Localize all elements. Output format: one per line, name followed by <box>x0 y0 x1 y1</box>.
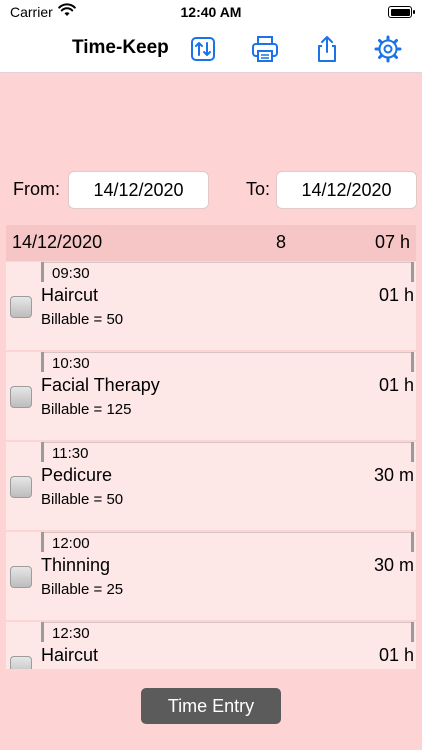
entry-billable: Billable = 50 <box>41 311 124 328</box>
section-count: 8 <box>276 232 287 252</box>
list-item[interactable]: 12:30 Haircut 01 h <box>6 622 416 669</box>
entry-duration: 30 m <box>373 555 414 575</box>
entry-duration: 30 m <box>373 465 414 485</box>
section-header: 14/12/2020 8 07 h <box>6 225 416 261</box>
row-marker-right <box>411 262 414 282</box>
gear-icon[interactable] <box>373 34 403 64</box>
printer-icon[interactable] <box>250 34 280 64</box>
clock-time: 12:40 AM <box>180 4 242 20</box>
row-marker-left <box>41 622 44 642</box>
list-item[interactable]: 12:00 Thinning 30 m Billable = 25 <box>6 532 416 620</box>
share-icon[interactable] <box>312 34 342 64</box>
entry-checkbox[interactable] <box>10 656 32 669</box>
entry-time: 09:30 <box>52 265 90 282</box>
to-date-field[interactable]: 14/12/2020 <box>276 171 417 209</box>
entry-time: 12:30 <box>52 625 90 642</box>
entries-list[interactable]: 14/12/2020 8 07 h 09:30 Haircut 01 h Bil… <box>6 225 416 669</box>
entry-time: 12:00 <box>52 535 90 552</box>
list-item[interactable]: 11:30 Pedicure 30 m Billable = 50 <box>6 442 416 530</box>
app-title: Time-Keep <box>72 37 169 58</box>
entry-name: Haircut <box>41 285 99 305</box>
entry-duration: 01 h <box>378 285 414 305</box>
section-date: 14/12/2020 <box>12 232 103 252</box>
row-marker-left <box>41 532 44 552</box>
sort-arrows-icon[interactable] <box>188 34 218 64</box>
entry-name: Thinning <box>41 555 111 575</box>
row-marker-left <box>41 442 44 462</box>
from-date-field[interactable]: 14/12/2020 <box>68 171 209 209</box>
entry-name: Haircut <box>41 645 99 665</box>
list-item[interactable]: 10:30 Facial Therapy 01 h Billable = 125 <box>6 352 416 440</box>
entry-time: 11:30 <box>52 445 89 462</box>
row-marker-left <box>41 262 44 282</box>
row-marker-right <box>411 622 414 642</box>
main-content: From: 14/12/2020 To: 14/12/2020 14/12/20… <box>0 73 422 750</box>
navigation-bar: Time-Keep <box>0 26 422 73</box>
entry-name: Facial Therapy <box>41 375 160 395</box>
battery-icon <box>388 6 415 18</box>
entry-duration: 01 h <box>378 645 414 665</box>
entry-checkbox[interactable] <box>10 476 32 498</box>
entry-checkbox[interactable] <box>10 386 32 408</box>
list-item[interactable]: 09:30 Haircut 01 h Billable = 50 <box>6 262 416 350</box>
entry-checkbox[interactable] <box>10 566 32 588</box>
row-marker-left <box>41 352 44 372</box>
row-marker-right <box>411 532 414 552</box>
row-marker-right <box>411 442 414 462</box>
from-label: From: <box>13 179 60 199</box>
entry-billable: Billable = 50 <box>41 491 124 508</box>
to-label: To: <box>246 179 271 199</box>
section-total: 07 h <box>374 232 410 252</box>
time-entry-button[interactable]: Time Entry <box>141 688 281 724</box>
entry-billable: Billable = 25 <box>41 581 124 598</box>
entry-time: 10:30 <box>52 355 90 372</box>
entry-name: Pedicure <box>41 465 113 485</box>
entry-billable: Billable = 125 <box>41 401 132 418</box>
date-filter: From: 14/12/2020 To: 14/12/2020 <box>0 171 422 211</box>
entry-checkbox[interactable] <box>10 296 32 318</box>
row-marker-right <box>411 352 414 372</box>
status-bar: Carrier 12:40 AM <box>0 0 422 26</box>
entry-duration: 01 h <box>378 375 414 395</box>
